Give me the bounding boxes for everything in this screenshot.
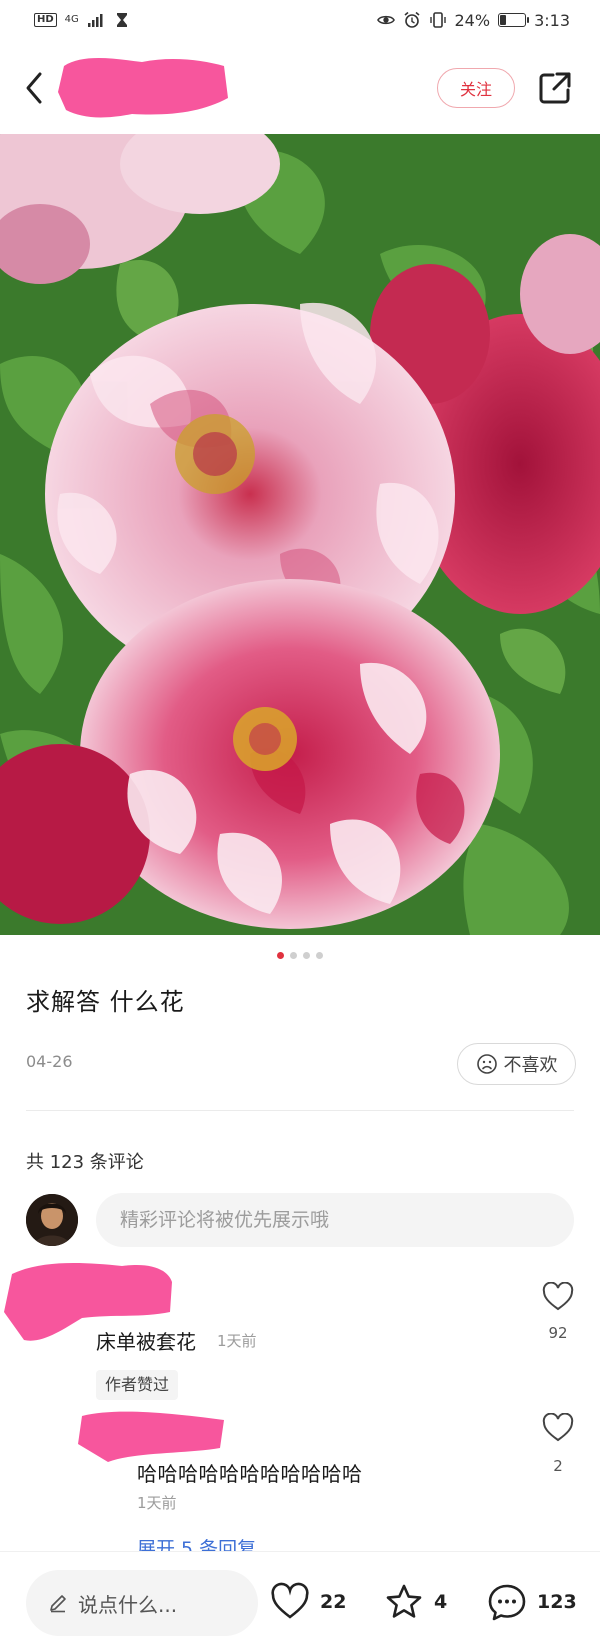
author-redaction-mark <box>58 58 228 118</box>
dislike-button[interactable]: 不喜欢 <box>457 1043 576 1085</box>
share-icon[interactable] <box>535 68 575 108</box>
comment-bubble-icon <box>488 1584 526 1621</box>
comment-count-action: 123 <box>537 1591 577 1613</box>
dislike-label: 不喜欢 <box>503 1055 558 1076</box>
post-title: 求解答 什么花 <box>26 988 185 1016</box>
reply-commenter-redaction-mark <box>78 1411 224 1462</box>
battery-percent: 24% <box>454 10 491 30</box>
hourglass-icon <box>116 13 127 27</box>
alarm-icon <box>403 11 420 28</box>
sad-face-icon <box>476 1054 497 1074</box>
pager-dot <box>316 952 323 959</box>
reply-time: 1天前 <box>137 1494 177 1512</box>
bottom-action-bar: 说点什么... 22 4 123 <box>0 1552 600 1650</box>
bottom-input-placeholder: 说点什么... <box>78 1592 178 1617</box>
avatar-portrait <box>26 1194 78 1246</box>
comment-button[interactable]: 123 <box>487 1582 577 1622</box>
favorite-button[interactable]: 4 <box>384 1582 447 1622</box>
heart-icon[interactable] <box>542 1282 574 1312</box>
pager-dot <box>277 952 284 959</box>
star-count: 4 <box>434 1591 448 1613</box>
pager-dot <box>290 952 297 959</box>
bottom-comment-input[interactable]: 说点什么... <box>26 1570 258 1636</box>
clock-time: 3:13 <box>534 10 570 30</box>
like-count: 22 <box>320 1591 347 1613</box>
vibrate-icon <box>429 12 446 28</box>
top-bar: 关注 <box>0 46 600 130</box>
pager-dot <box>303 952 310 959</box>
comment-text: 床单被套花 <box>96 1330 196 1354</box>
section-divider <box>26 1110 574 1111</box>
like-button[interactable]: 22 <box>270 1582 346 1622</box>
status-bar: HD 4G 24% 3:13 <box>0 0 600 40</box>
author-liked-badge: 作者赞过 <box>96 1370 179 1400</box>
post-date: 04-26 <box>26 1052 73 1071</box>
hd-indicator: HD <box>34 13 57 27</box>
heart-icon <box>271 1582 309 1619</box>
reply-like-count: 2 <box>553 1457 563 1475</box>
comment-like-count: 92 <box>548 1324 568 1342</box>
reply-text: 哈哈哈哈哈哈哈哈哈哈哈 <box>137 1462 363 1486</box>
status-right: 24% 3:13 <box>376 10 570 30</box>
user-avatar <box>26 1194 78 1246</box>
expand-replies-link[interactable]: 展开 5 条回复 <box>137 1534 256 1554</box>
signal-icon <box>87 14 103 27</box>
pencil-icon <box>50 1595 66 1613</box>
star-icon <box>386 1584 422 1618</box>
heart-icon[interactable] <box>542 1413 574 1443</box>
post-photo[interactable] <box>0 134 600 935</box>
network-type: 4G <box>64 14 79 25</box>
battery-level <box>500 15 506 25</box>
eye-icon <box>376 15 395 25</box>
comment-count: 共 123 条评论 <box>26 1152 144 1173</box>
comment-time: 1天前 <box>217 1332 257 1350</box>
peony-flowers-image <box>0 134 600 935</box>
back-arrow-icon[interactable] <box>20 66 50 110</box>
comment-input[interactable] <box>96 1193 574 1247</box>
status-left: HD 4G <box>34 11 131 29</box>
battery-icon <box>498 13 530 27</box>
follow-button[interactable]: 关注 <box>437 68 515 108</box>
gallery-pager <box>0 952 600 959</box>
